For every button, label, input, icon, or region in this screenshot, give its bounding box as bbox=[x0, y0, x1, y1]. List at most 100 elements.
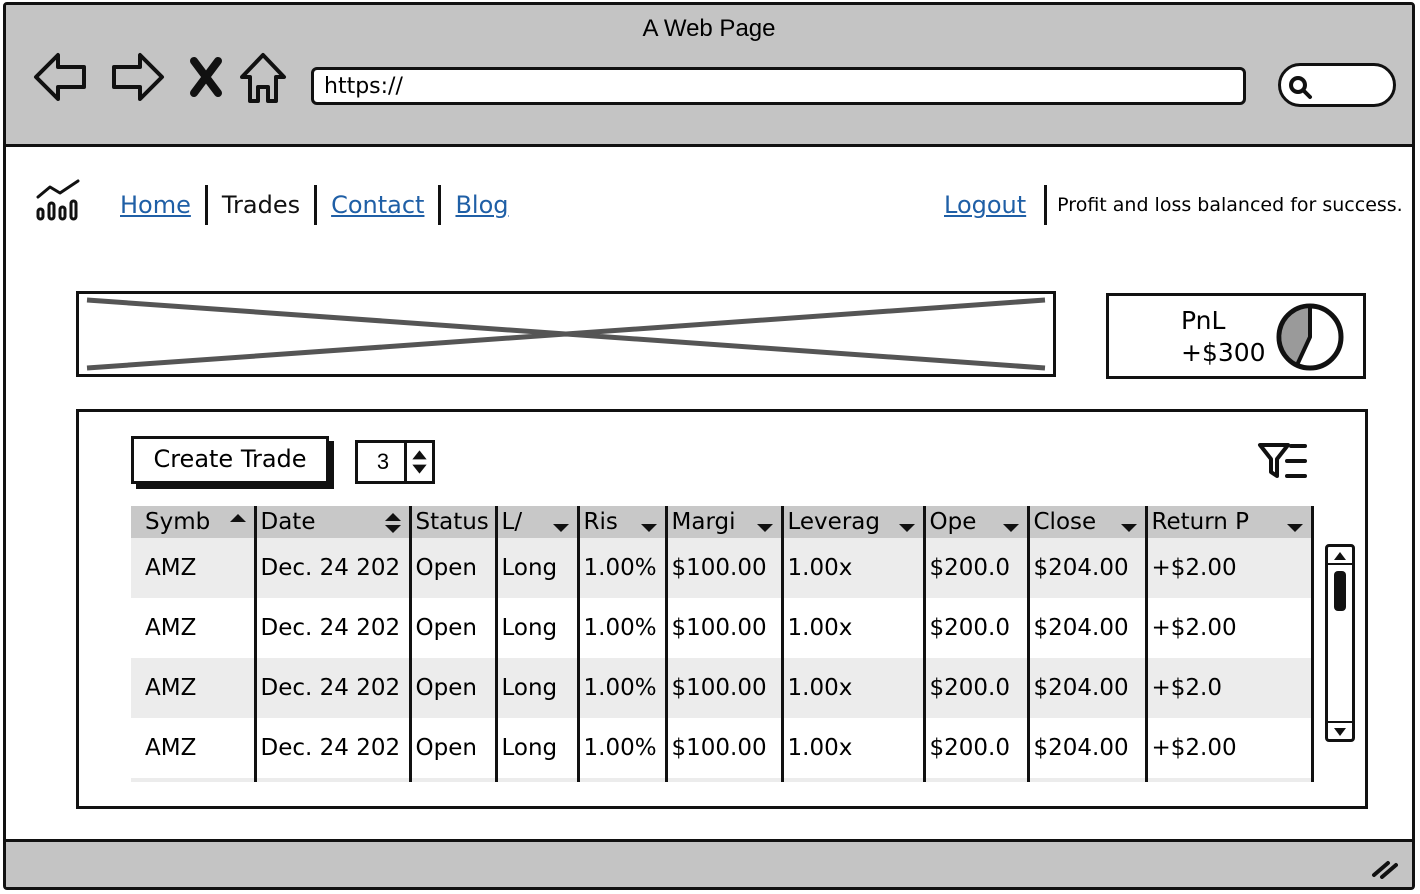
table-cell: AMZ bbox=[131, 538, 257, 598]
column-header-status[interactable]: Status bbox=[410, 506, 498, 538]
table-row[interactable]: AMZ Dec. 24 202 Open Long 1.00% $100.00 … bbox=[131, 538, 1314, 598]
main-nav: Home Trades Contact Blog bbox=[112, 183, 517, 227]
table-cell: +$2.0 bbox=[1146, 658, 1314, 718]
window-title: A Web Page bbox=[642, 15, 776, 42]
rows-stepper-value[interactable]: 3 bbox=[358, 443, 408, 481]
column-header-date[interactable]: Date bbox=[255, 506, 412, 538]
table-cell: $200.0 bbox=[924, 718, 1030, 778]
filter-list-icon[interactable] bbox=[1257, 440, 1309, 482]
scroll-up-arrow-icon[interactable] bbox=[1328, 547, 1352, 565]
table-cell: Open bbox=[410, 718, 498, 778]
table-cell: 1.00x bbox=[782, 538, 926, 598]
column-header-symbol[interactable]: Symb bbox=[131, 506, 257, 538]
column-header-open[interactable]: Ope bbox=[924, 506, 1030, 538]
chart-logo-icon bbox=[36, 179, 80, 221]
sort-descending-icon[interactable] bbox=[1119, 512, 1139, 534]
table-cell: $204.00 bbox=[1028, 538, 1148, 598]
table-cell: Open bbox=[410, 598, 498, 658]
tagline: Profit and loss balanced for success. bbox=[1057, 194, 1403, 216]
sort-ascending-icon[interactable] bbox=[228, 512, 248, 534]
nav-link-blog[interactable]: Blog bbox=[447, 191, 516, 219]
table-cell: Long bbox=[496, 598, 580, 658]
column-header-close[interactable]: Close bbox=[1028, 506, 1148, 538]
table-cell: $204.00 bbox=[1028, 718, 1148, 778]
table-cell: +$2.00 bbox=[1146, 598, 1314, 658]
table-cell: Dec. 24 202 bbox=[255, 538, 412, 598]
sort-descending-icon[interactable] bbox=[897, 512, 917, 534]
browser-window: A Web Page https:// Home Trades Contact bbox=[3, 2, 1415, 890]
forward-arrow-icon[interactable] bbox=[108, 47, 166, 107]
back-arrow-icon[interactable] bbox=[32, 47, 90, 107]
sort-descending-icon[interactable] bbox=[1285, 512, 1305, 534]
table-cell: $204.00 bbox=[1028, 658, 1148, 718]
sort-descending-icon[interactable] bbox=[755, 512, 775, 534]
table-row[interactable]: AMZ Dec. 24 202 Open Long 1.00% $100.00 … bbox=[131, 598, 1314, 658]
browser-chrome: A Web Page https:// bbox=[6, 5, 1412, 147]
table-cell: +$2.00 bbox=[1146, 718, 1314, 778]
table-cell: Open bbox=[410, 658, 498, 718]
table-cell: Long bbox=[496, 658, 580, 718]
table-cell: 1.00% bbox=[578, 598, 668, 658]
sort-descending-icon[interactable] bbox=[1001, 512, 1021, 534]
logout-link[interactable]: Logout bbox=[936, 191, 1034, 219]
stepper-arrows-icon[interactable] bbox=[404, 443, 432, 481]
table-cell: AMZ bbox=[131, 718, 257, 778]
user-nav: Logout Profit and loss balanced for succ… bbox=[936, 183, 1403, 227]
nav-divider bbox=[438, 185, 442, 225]
table-cell: 1.00% bbox=[578, 538, 668, 598]
table-cell: 1.00% bbox=[578, 658, 668, 718]
table-cell: AMZ bbox=[131, 598, 257, 658]
table-row[interactable]: AMZ Dec. 24 202 Open Long 1.00% $100.00 … bbox=[131, 718, 1314, 778]
nav-link-home[interactable]: Home bbox=[112, 191, 199, 219]
create-trade-button[interactable]: Create Trade bbox=[131, 436, 329, 484]
table-cell: 1.00x bbox=[782, 718, 926, 778]
table-cell: 1.00x bbox=[782, 658, 926, 718]
nav-link-trades[interactable]: Trades bbox=[214, 191, 308, 219]
pnl-card: PnL +$300 bbox=[1106, 293, 1366, 379]
table-scrollbar[interactable] bbox=[1325, 544, 1355, 742]
sort-descending-icon[interactable] bbox=[639, 512, 659, 534]
browser-search-field[interactable] bbox=[1278, 63, 1396, 107]
table-cell: 1.00x bbox=[782, 598, 926, 658]
sort-descending-icon[interactable] bbox=[551, 512, 571, 534]
table-cell: $100.00 bbox=[666, 538, 784, 598]
table-cell: Long bbox=[496, 718, 580, 778]
pnl-value: +$300 bbox=[1181, 338, 1266, 367]
nav-divider bbox=[314, 185, 318, 225]
search-icon bbox=[1289, 76, 1312, 99]
nav-divider bbox=[1044, 185, 1048, 225]
table-cell: Long bbox=[496, 538, 580, 598]
column-header-risk[interactable]: Ris bbox=[578, 506, 668, 538]
column-header-return[interactable]: Return P bbox=[1146, 506, 1314, 538]
table-cell: $200.0 bbox=[924, 658, 1030, 718]
table-cell: $100.00 bbox=[666, 718, 784, 778]
table-cell: $200.0 bbox=[924, 598, 1030, 658]
column-header-long-short[interactable]: L/ bbox=[496, 506, 580, 538]
sort-both-icon[interactable] bbox=[383, 512, 403, 534]
nav-divider bbox=[204, 185, 208, 225]
scrollbar-thumb[interactable] bbox=[1334, 571, 1346, 611]
resize-grip-icon[interactable] bbox=[1370, 857, 1398, 879]
image-placeholder bbox=[76, 291, 1056, 377]
stop-icon[interactable] bbox=[180, 47, 232, 107]
address-bar[interactable]: https:// bbox=[311, 67, 1246, 105]
trades-panel: Create Trade 3 Symb Date Status L/ Ris M… bbox=[76, 409, 1368, 809]
table-cell: Dec. 24 202 bbox=[255, 718, 412, 778]
scroll-down-arrow-icon[interactable] bbox=[1328, 721, 1352, 739]
column-header-margin[interactable]: Margi bbox=[666, 506, 784, 538]
table-header-row: Symb Date Status L/ Ris Margi Leverag Op… bbox=[131, 506, 1314, 538]
table-cell: $200.0 bbox=[924, 538, 1030, 598]
table-cell: Dec. 24 202 bbox=[255, 658, 412, 718]
column-header-leverage[interactable]: Leverag bbox=[782, 506, 926, 538]
table-row[interactable]: AMZ Dec. 24 202 Open Long 1.00% $100.00 … bbox=[131, 658, 1314, 718]
status-bar bbox=[6, 839, 1412, 887]
table-cell: 1.00% bbox=[578, 718, 668, 778]
table-cell: +$2.00 bbox=[1146, 538, 1314, 598]
table-row-partial bbox=[131, 778, 1314, 782]
pie-chart-icon bbox=[1276, 303, 1344, 371]
table-cell: $100.00 bbox=[666, 598, 784, 658]
rows-stepper[interactable]: 3 bbox=[355, 440, 435, 484]
table-cell: AMZ bbox=[131, 658, 257, 718]
home-icon[interactable] bbox=[238, 47, 288, 107]
nav-link-contact[interactable]: Contact bbox=[323, 191, 432, 219]
